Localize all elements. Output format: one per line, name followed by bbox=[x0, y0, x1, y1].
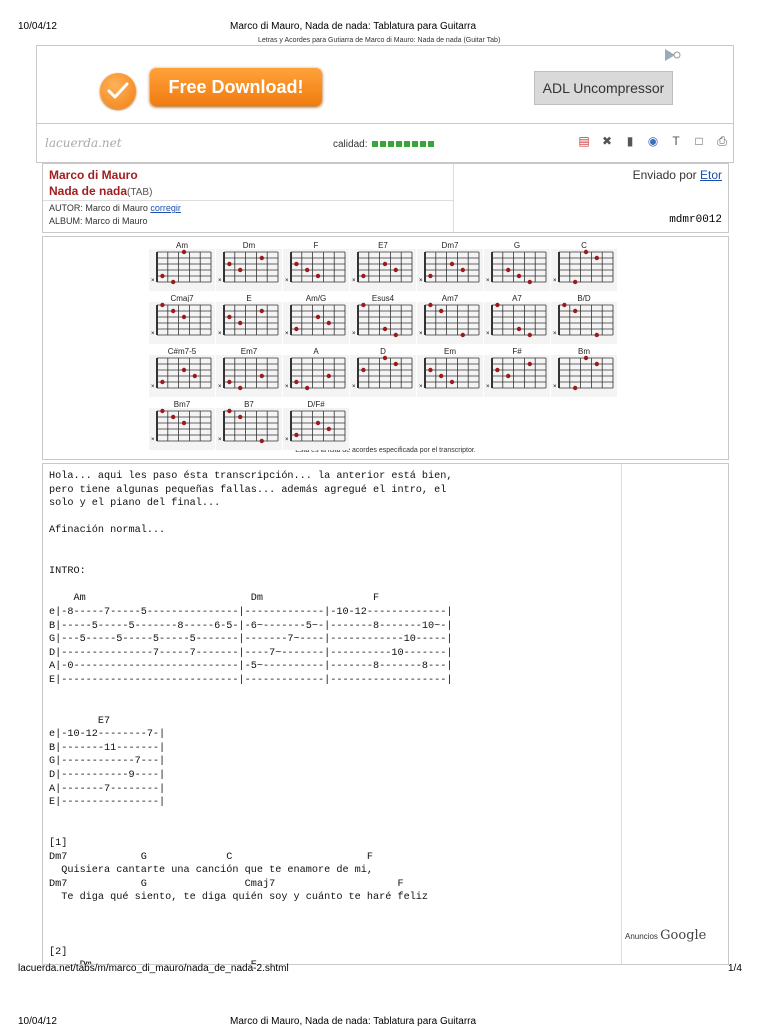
print-page-number: 1/4 bbox=[728, 963, 742, 974]
tools-icon[interactable]: ✖ bbox=[600, 134, 614, 149]
pdf-icon[interactable]: ▤ bbox=[577, 134, 591, 149]
print-icon[interactable]: ⎙ bbox=[715, 134, 729, 149]
free-download-button[interactable]: Free Download! bbox=[150, 68, 322, 106]
quality-label: calidad: bbox=[333, 139, 368, 150]
svg-text:×: × bbox=[151, 384, 155, 390]
transpose-icon[interactable]: T bbox=[669, 134, 683, 149]
artist-name[interactable]: Marco di Mauro bbox=[49, 168, 138, 182]
quality-rating: calidad: bbox=[333, 139, 435, 150]
chord-diagram[interactable]: Dm7 × bbox=[417, 239, 483, 295]
svg-text:×: × bbox=[419, 331, 423, 337]
svg-text:×: × bbox=[352, 331, 356, 337]
chord-diagram[interactable]: Am/G × bbox=[283, 292, 349, 348]
svg-text:×: × bbox=[419, 278, 423, 284]
google-ads-label[interactable]: Anuncios Google bbox=[625, 928, 706, 943]
correct-link[interactable]: corregir bbox=[150, 203, 181, 213]
chord-diagram[interactable]: D × bbox=[350, 345, 416, 401]
svg-text:×: × bbox=[285, 384, 289, 390]
print-date: 10/04/12 bbox=[18, 21, 57, 32]
chord-diagram[interactable]: A7 × bbox=[484, 292, 550, 348]
chord-diagram[interactable]: Am7 × bbox=[417, 292, 483, 348]
chord-diagram[interactable]: C × bbox=[551, 239, 617, 295]
chord-diagram[interactable]: G × bbox=[484, 239, 550, 295]
checkmark-icon[interactable] bbox=[100, 73, 136, 109]
svg-text:×: × bbox=[553, 384, 557, 390]
svg-text:×: × bbox=[352, 278, 356, 284]
google-logo: Google bbox=[660, 928, 707, 943]
svg-text:×: × bbox=[486, 278, 490, 284]
song-info-panel: Marco di Mauro Nada de nada(TAB) AUTOR: … bbox=[42, 163, 729, 233]
chord-diagram[interactable]: Em × bbox=[417, 345, 483, 401]
svg-text:×: × bbox=[151, 278, 155, 284]
page-subtitle: Letras y Acordes para Gutiarra de Marco … bbox=[258, 37, 501, 44]
chord-diagram[interactable]: Am × bbox=[149, 239, 215, 295]
tab-tag: (TAB) bbox=[127, 187, 153, 198]
toolbar-icons: ▤ ✖ ▮ ◉ T □ ⎙ bbox=[577, 134, 729, 149]
tab-code: mdmr0012 bbox=[669, 214, 722, 226]
svg-text:×: × bbox=[486, 331, 490, 337]
chord-diagram[interactable]: A × bbox=[283, 345, 349, 401]
site-toolbar: lacuerda.net calidad: ▤ ✖ ▮ ◉ T □ ⎙ bbox=[36, 123, 734, 163]
svg-text:×: × bbox=[151, 331, 155, 337]
tablature-panel: Hola... aqui les paso ésta transcripción… bbox=[42, 463, 729, 965]
chord-diagram[interactable]: Em7 × bbox=[216, 345, 282, 401]
chord-list-note: Esta es la lista de acordes especificada… bbox=[295, 447, 476, 454]
svg-text:×: × bbox=[285, 437, 289, 443]
chord-diagrams-panel: Esta es la lista de acordes especificada… bbox=[42, 236, 729, 460]
chord-diagram[interactable]: Esus4 × bbox=[350, 292, 416, 348]
author-line: AUTOR: Marco di Mauro corregir bbox=[49, 203, 181, 213]
svg-text:×: × bbox=[285, 331, 289, 337]
text-icon[interactable]: □ bbox=[692, 134, 706, 149]
site-logo[interactable]: lacuerda.net bbox=[45, 136, 122, 150]
chord-diagram[interactable]: C#m7-5 × bbox=[149, 345, 215, 401]
svg-text:×: × bbox=[218, 331, 222, 337]
svg-text:×: × bbox=[553, 331, 557, 337]
quality-dots bbox=[370, 139, 435, 150]
chord-diagram[interactable]: Dm × bbox=[216, 239, 282, 295]
chord-diagram[interactable]: Cmaj7 × bbox=[149, 292, 215, 348]
svg-text:×: × bbox=[285, 278, 289, 284]
song-title: Nada de nada(TAB) bbox=[49, 184, 153, 198]
svg-text:×: × bbox=[419, 384, 423, 390]
svg-text:×: × bbox=[218, 437, 222, 443]
album-line: ALBUM: Marco di Mauro bbox=[49, 216, 148, 226]
chord-diagram[interactable]: D/F# × bbox=[283, 398, 349, 454]
svg-text:×: × bbox=[218, 384, 222, 390]
svg-text:×: × bbox=[352, 384, 356, 390]
down-icon[interactable]: ◉ bbox=[646, 134, 660, 149]
top-ad-banner[interactable]: Free Download! ADL Uncompressor bbox=[36, 45, 734, 124]
print-date-page2: 10/04/12 bbox=[18, 1016, 57, 1027]
print-title-page2: Marco di Mauro, Nada de nada: Tablatura … bbox=[230, 1016, 477, 1027]
chord-diagram[interactable]: B/D × bbox=[551, 292, 617, 348]
svg-text:×: × bbox=[151, 437, 155, 443]
adchoices-icon[interactable] bbox=[663, 48, 681, 62]
chord-diagram[interactable]: Bm7 × bbox=[149, 398, 215, 454]
adl-uncompressor-button[interactable]: ADL Uncompressor bbox=[534, 71, 673, 105]
svg-text:×: × bbox=[218, 278, 222, 284]
print-url: lacuerda.net/tabs/m/marco_di_mauro/nada_… bbox=[18, 963, 289, 974]
chord-diagram[interactable]: E7 × bbox=[350, 239, 416, 295]
chord-diagram[interactable]: Bm × bbox=[551, 345, 617, 401]
tablature-text: Hola... aqui les paso ésta transcripción… bbox=[49, 471, 453, 964]
svg-text:×: × bbox=[553, 278, 557, 284]
sent-by: Enviado por Etor bbox=[632, 168, 722, 182]
chord-diagram[interactable]: F × bbox=[283, 239, 349, 295]
sent-by-user-link[interactable]: Etor bbox=[700, 168, 722, 182]
svg-text:×: × bbox=[486, 384, 490, 390]
piano-icon[interactable]: ▮ bbox=[623, 134, 637, 149]
chord-diagram[interactable]: B7 × bbox=[216, 398, 282, 454]
chord-diagram[interactable]: E × bbox=[216, 292, 282, 348]
print-title: Marco di Mauro, Nada de nada: Tablatura … bbox=[230, 21, 477, 32]
chord-diagram[interactable]: F# × bbox=[484, 345, 550, 401]
